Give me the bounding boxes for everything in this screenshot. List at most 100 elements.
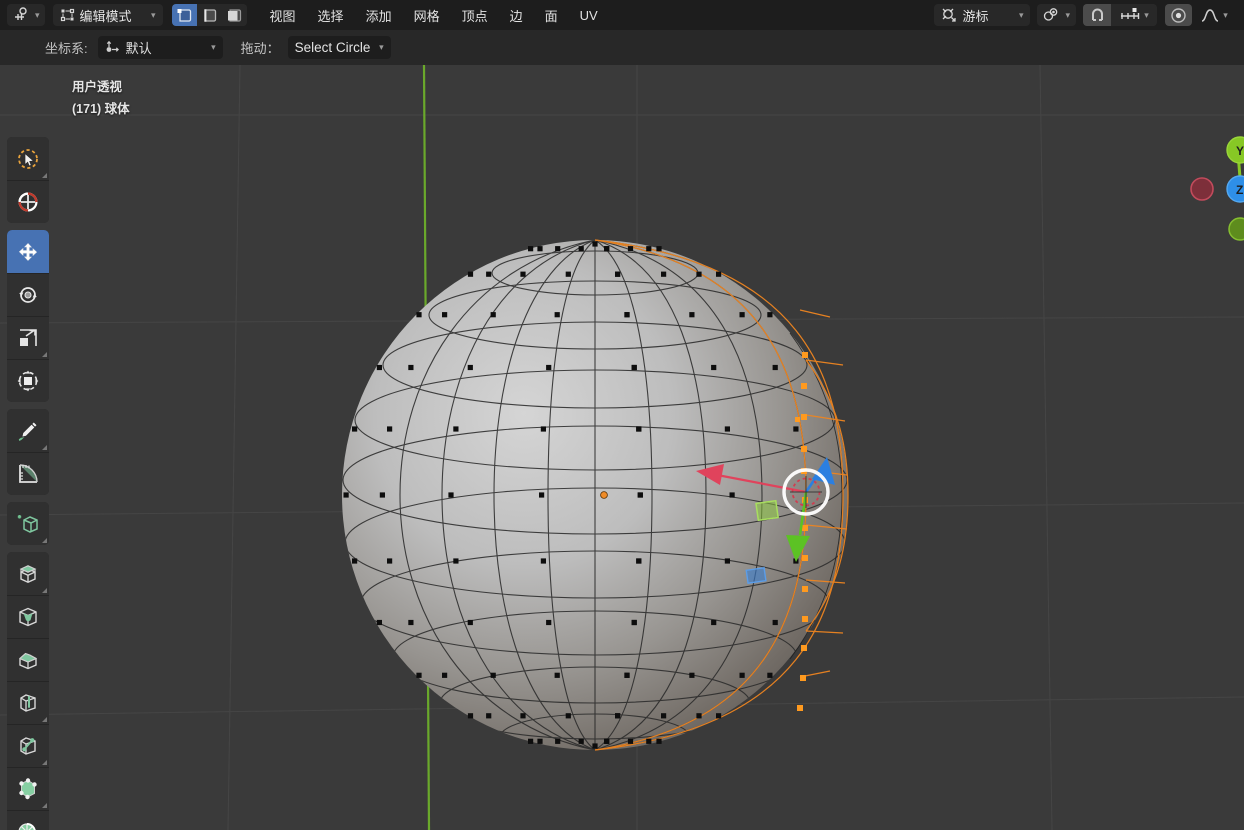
tool-submenu-indicator[interactable]: [42, 445, 47, 450]
tool-measure[interactable]: [7, 452, 49, 495]
rotate-icon: [19, 287, 37, 303]
extrude-region-icon: [19, 564, 37, 583]
tool-submenu-indicator[interactable]: [42, 760, 47, 765]
tool-rotate[interactable]: [7, 273, 49, 316]
tool-add-cube[interactable]: [7, 502, 49, 545]
tool-scale[interactable]: [7, 316, 49, 359]
move-icon: [18, 242, 38, 261]
tool-submenu-indicator[interactable]: [42, 803, 47, 808]
chevron-down-icon: ▾: [211, 42, 216, 52]
3d-cursor-icon: [18, 192, 38, 212]
menu-face[interactable]: 面: [534, 4, 569, 26]
3d-viewport[interactable]: Y Z 用户透视 (171) 球体: [0, 65, 1244, 830]
face-select-mode[interactable]: [221, 4, 247, 26]
nav-axis-negx[interactable]: [1190, 177, 1214, 201]
drag-action-dropdown[interactable]: Select Circle ▾: [287, 36, 391, 59]
menu-add[interactable]: 添加: [355, 4, 403, 26]
tool-submenu-indicator[interactable]: [42, 352, 47, 357]
snap-increment-icon: [1121, 8, 1140, 19]
bevel-icon: [19, 652, 38, 670]
nav-axis-y-label: Y: [1236, 144, 1244, 158]
tool-poly-build[interactable]: [7, 767, 49, 810]
tool-spin[interactable]: [7, 810, 49, 830]
tool-inset-faces[interactable]: [7, 595, 49, 638]
tweak-select-icon: [18, 148, 38, 169]
proportional-editing-group: ▾: [1165, 4, 1236, 26]
viewport-menu-bar: 视图 选择 添加 网格 顶点 边 面 UV: [259, 4, 609, 26]
menu-edge[interactable]: 边: [499, 4, 534, 26]
snap-magnet-toggle[interactable]: [1083, 4, 1111, 26]
face-select-icon: [227, 8, 241, 22]
nav-axis-negy[interactable]: [1228, 217, 1244, 241]
tool-knife[interactable]: [7, 724, 49, 767]
tool-tweak[interactable]: [7, 137, 49, 180]
tool-group-2: [7, 409, 49, 495]
orientation-label: 坐标系:: [45, 41, 88, 56]
menu-view[interactable]: 视图: [259, 4, 307, 26]
chevron-down-icon: ▾: [1144, 9, 1149, 20]
tool-cursor[interactable]: [7, 180, 49, 223]
snap-target-dropdown[interactable]: ▾: [1111, 4, 1157, 26]
tool-loop-cut[interactable]: [7, 681, 49, 724]
menu-mesh[interactable]: 网格: [403, 4, 451, 26]
menu-uv[interactable]: UV: [569, 4, 609, 26]
tool-submenu-indicator[interactable]: [42, 588, 47, 593]
chevron-down-icon: ▾: [151, 9, 156, 20]
tool-move[interactable]: [7, 230, 49, 273]
gizmo-plane-yz[interactable]: [745, 567, 767, 584]
vertex-select-icon: [177, 8, 191, 22]
knife-icon: [20, 737, 36, 755]
tool-annotate[interactable]: [7, 409, 49, 452]
transform-orientation-icon: [1044, 8, 1058, 21]
measure-ruler-icon: [19, 464, 38, 483]
chevron-down-icon: ▾: [35, 9, 40, 20]
object-origin-dot: [600, 491, 608, 499]
smooth-falloff-icon: [1201, 9, 1219, 22]
poly-build-icon: [19, 778, 37, 800]
viewport-canvas: Y Z: [0, 65, 1244, 830]
tool-group-4: [7, 552, 49, 830]
viewport-header: ▾ 编辑模式 ▾ 视图 选择 添加 网格 顶点 边 面 UV 游标 ▾ ▾ ▾ …: [0, 0, 1244, 30]
edge-select-icon: [203, 8, 216, 22]
pivot-point-label: 游标: [962, 8, 989, 24]
pivot-cursor-icon: [943, 8, 957, 22]
tool-extrude-region[interactable]: [7, 552, 49, 595]
edge-select-mode[interactable]: [196, 4, 222, 26]
mode-selector[interactable]: 编辑模式 ▾: [52, 4, 163, 26]
vertex-select-mode[interactable]: [171, 4, 197, 26]
tool-submenu-indicator[interactable]: [42, 538, 47, 543]
tool-group-0: [7, 137, 49, 223]
transform-orientation-button[interactable]: ▾: [1037, 4, 1076, 26]
gizmo-plane-xy[interactable]: [755, 499, 780, 522]
drag-action-value: Select Circle: [294, 40, 371, 55]
editor-type-3dview-icon: [15, 7, 27, 20]
tool-submenu-indicator[interactable]: [42, 173, 47, 178]
scale-icon: [20, 329, 37, 346]
proportional-editing-icon: [1171, 7, 1186, 23]
orientation-default-icon: [106, 40, 119, 52]
editor-type-button[interactable]: ▾: [7, 4, 45, 26]
pivot-point-selector[interactable]: 游标 ▾: [934, 4, 1031, 26]
proportional-falloff-dropdown[interactable]: ▾: [1192, 4, 1236, 26]
chevron-down-icon: ▾: [379, 42, 384, 52]
orientation-dropdown[interactable]: 默认 ▾: [97, 36, 223, 59]
navigation-gizmo[interactable]: Y Z: [1190, 136, 1244, 241]
inset-faces-icon: [19, 607, 37, 627]
edit-mode-icon: [60, 8, 74, 22]
proportional-editing-toggle[interactable]: [1165, 4, 1192, 26]
chevron-down-icon: ▾: [1018, 9, 1024, 20]
magnet-icon: [1091, 8, 1103, 21]
mode-selector-label: 编辑模式: [79, 8, 132, 24]
snap-group: ▾: [1083, 4, 1157, 26]
tool-transform[interactable]: [7, 359, 49, 402]
transform-icon: [17, 370, 39, 392]
tool-settings-bar: 坐标系: 默认 ▾ 拖动： Select Circle ▾: [0, 30, 1244, 65]
tool-group-1: [7, 230, 49, 402]
menu-vertex[interactable]: 顶点: [451, 4, 499, 26]
tool-bevel[interactable]: [7, 638, 49, 681]
tool-submenu-indicator[interactable]: [42, 717, 47, 722]
sphere-object[interactable]: [342, 239, 849, 760]
menu-select[interactable]: 选择: [307, 4, 355, 26]
add-cube-icon: [17, 514, 38, 533]
chevron-down-icon: ▾: [1223, 9, 1228, 20]
